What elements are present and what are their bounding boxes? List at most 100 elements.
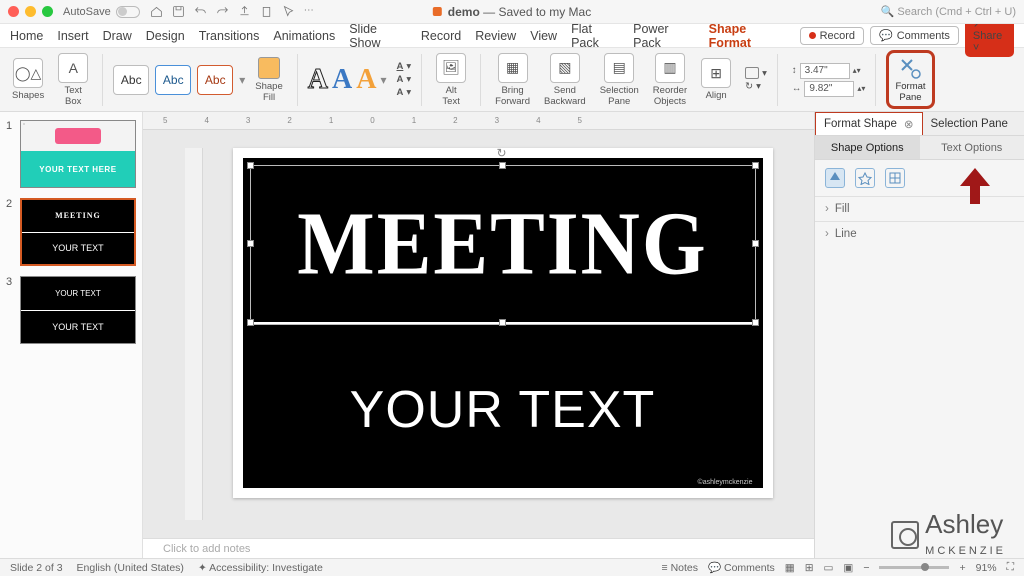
zoom-in-button[interactable]: +	[959, 562, 965, 574]
toggle-icon[interactable]	[116, 6, 140, 18]
tab-slideshow[interactable]: Slide Show	[349, 22, 407, 50]
shapes-menu[interactable]: ◯△Shapes	[8, 56, 48, 103]
home-icon[interactable]	[150, 5, 163, 18]
width-input[interactable]: 9.82"	[804, 81, 854, 97]
zoom-slider[interactable]	[879, 566, 949, 569]
tab-view[interactable]: View	[530, 29, 557, 43]
resize-handle[interactable]	[247, 240, 254, 247]
resize-handle[interactable]	[499, 162, 506, 169]
zoom-level[interactable]: 91%	[976, 562, 997, 574]
comments-button[interactable]: 💬 Comments	[870, 26, 959, 45]
selection-pane-tab[interactable]: Selection Pane	[923, 112, 1016, 135]
textbox-button[interactable]: AText Box	[54, 51, 92, 109]
resize-handle[interactable]	[752, 319, 759, 326]
shape-style-2[interactable]: Abc	[155, 65, 191, 95]
export-icon[interactable]	[238, 5, 251, 18]
undo-icon[interactable]	[194, 5, 207, 18]
alt-text-button[interactable]: 🖼Alt Text	[432, 51, 470, 109]
shape-text[interactable]: MEETING	[297, 192, 707, 295]
redo-icon[interactable]	[216, 5, 229, 18]
resize-handle[interactable]	[499, 319, 506, 326]
resize-handle[interactable]	[752, 240, 759, 247]
tab-transitions[interactable]: Transitions	[199, 29, 260, 43]
close-icon[interactable]: ⊗	[904, 117, 914, 131]
record-button[interactable]: Record	[800, 27, 864, 45]
reading-view-icon[interactable]: ▭	[824, 562, 834, 574]
resize-handle[interactable]	[247, 162, 254, 169]
align-menu[interactable]: ⊞Align	[697, 56, 735, 103]
search-field[interactable]: 🔍 Search (Cmd + Ctrl + U)	[881, 5, 1016, 18]
tab-shape-format[interactable]: Shape Format	[709, 22, 786, 50]
size-group: ↕3.47"▴▾ ↔9.82"▴▾	[792, 63, 866, 97]
tab-flatpack[interactable]: Flat Pack	[571, 22, 619, 50]
window-controls[interactable]	[8, 6, 53, 17]
selection-pane-button[interactable]: ▤Selection Pane	[596, 51, 643, 109]
tab-record[interactable]: Record	[421, 29, 461, 43]
reorder-objects-button[interactable]: ▥Reorder Objects	[649, 51, 691, 109]
sorter-view-icon[interactable]: ⊞	[805, 562, 814, 574]
shape-style-1[interactable]: Abc	[113, 65, 149, 95]
height-input[interactable]: 3.47"	[800, 63, 850, 79]
more-icon[interactable]: ⋯	[304, 5, 314, 18]
bottom-shape[interactable]: YOUR TEXT	[243, 332, 763, 488]
tab-home[interactable]: Home	[10, 29, 43, 43]
effects-icon[interactable]	[855, 168, 875, 188]
text-format-group: A▾ A▾ A▾	[396, 61, 411, 98]
slide-thumbnail-1[interactable]: YOUR TEXT HERE	[20, 120, 136, 188]
shape-text[interactable]: YOUR TEXT	[350, 380, 656, 440]
resize-handle[interactable]	[752, 162, 759, 169]
tab-animations[interactable]: Animations	[273, 29, 335, 43]
shape-style-3[interactable]: Abc	[197, 65, 233, 95]
pointer-icon[interactable]	[282, 5, 295, 18]
send-backward-button[interactable]: ▧Send Backward	[540, 51, 590, 109]
slide-thumbnail-2[interactable]: MEETING YOUR TEXT	[20, 198, 136, 266]
zoom-out-button[interactable]: −	[863, 562, 869, 574]
rotate-button[interactable]: ↻▾	[745, 81, 767, 92]
close-icon[interactable]	[8, 6, 19, 17]
group-button[interactable]: ▾	[745, 67, 767, 79]
tab-powerpack[interactable]: Power Pack	[633, 22, 695, 50]
save-icon[interactable]	[172, 5, 185, 18]
format-pane-button[interactable]: Format Pane	[886, 50, 934, 109]
fill-line-icon[interactable]	[825, 168, 845, 188]
notes-pane[interactable]: Click to add notes	[143, 538, 814, 558]
normal-view-icon[interactable]: ▦	[785, 562, 795, 574]
language-indicator[interactable]: English (United States)	[77, 562, 184, 574]
selected-shape[interactable]: MEETING	[251, 166, 755, 324]
wordart-style-1[interactable]: A	[308, 64, 328, 96]
slideshow-view-icon[interactable]: ▣	[843, 562, 853, 574]
horizontal-ruler[interactable]: 54321012345	[143, 112, 814, 130]
slide-thumbnail-3[interactable]: YOUR TEXT YOUR TEXT	[20, 276, 136, 344]
slide-canvas[interactable]: MEETING YOUR TEXT ©ashleymckenzie	[233, 148, 773, 498]
tab-draw[interactable]: Draw	[103, 29, 132, 43]
line-section[interactable]: Line	[815, 221, 1024, 246]
minimize-icon[interactable]	[25, 6, 36, 17]
text-effects-button[interactable]: A▾	[396, 87, 411, 98]
text-options-tab[interactable]: Text Options	[920, 136, 1024, 159]
fit-button[interactable]: ⛶	[1007, 561, 1014, 574]
format-shape-tab[interactable]: Format Shape⊗	[815, 112, 923, 135]
text-fill-button[interactable]: A▾	[396, 61, 411, 72]
accessibility-indicator[interactable]: ✦ Accessibility: Investigate	[198, 562, 323, 574]
maximize-icon[interactable]	[42, 6, 53, 17]
style-more-icon[interactable]: ▾	[239, 73, 245, 87]
shape-fill-menu[interactable]: Shape Fill	[251, 55, 286, 105]
autosave-toggle[interactable]: AutoSave	[63, 6, 140, 18]
shape-options-tab[interactable]: Shape Options	[815, 136, 920, 159]
size-props-icon[interactable]	[885, 168, 905, 188]
wordart-style-3[interactable]: A	[356, 64, 376, 96]
wordart-style-2[interactable]: A	[332, 64, 352, 96]
tab-insert[interactable]: Insert	[57, 29, 88, 43]
wordart-more-icon[interactable]: ▾	[380, 73, 386, 87]
slide-indicator[interactable]: Slide 2 of 3	[10, 562, 63, 574]
resize-handle[interactable]	[247, 319, 254, 326]
wordart-gallery[interactable]: A A A ▾	[308, 64, 387, 96]
clipboard-icon[interactable]	[260, 5, 273, 18]
text-outline-button[interactable]: A▾	[396, 74, 411, 85]
bring-forward-button[interactable]: ▦Bring Forward	[491, 51, 534, 109]
vertical-ruler[interactable]	[185, 148, 203, 520]
tab-review[interactable]: Review	[475, 29, 516, 43]
notes-button[interactable]: ≡ Notes	[662, 562, 698, 574]
tab-design[interactable]: Design	[146, 29, 185, 43]
comments-button[interactable]: 💬 Comments	[708, 561, 775, 574]
